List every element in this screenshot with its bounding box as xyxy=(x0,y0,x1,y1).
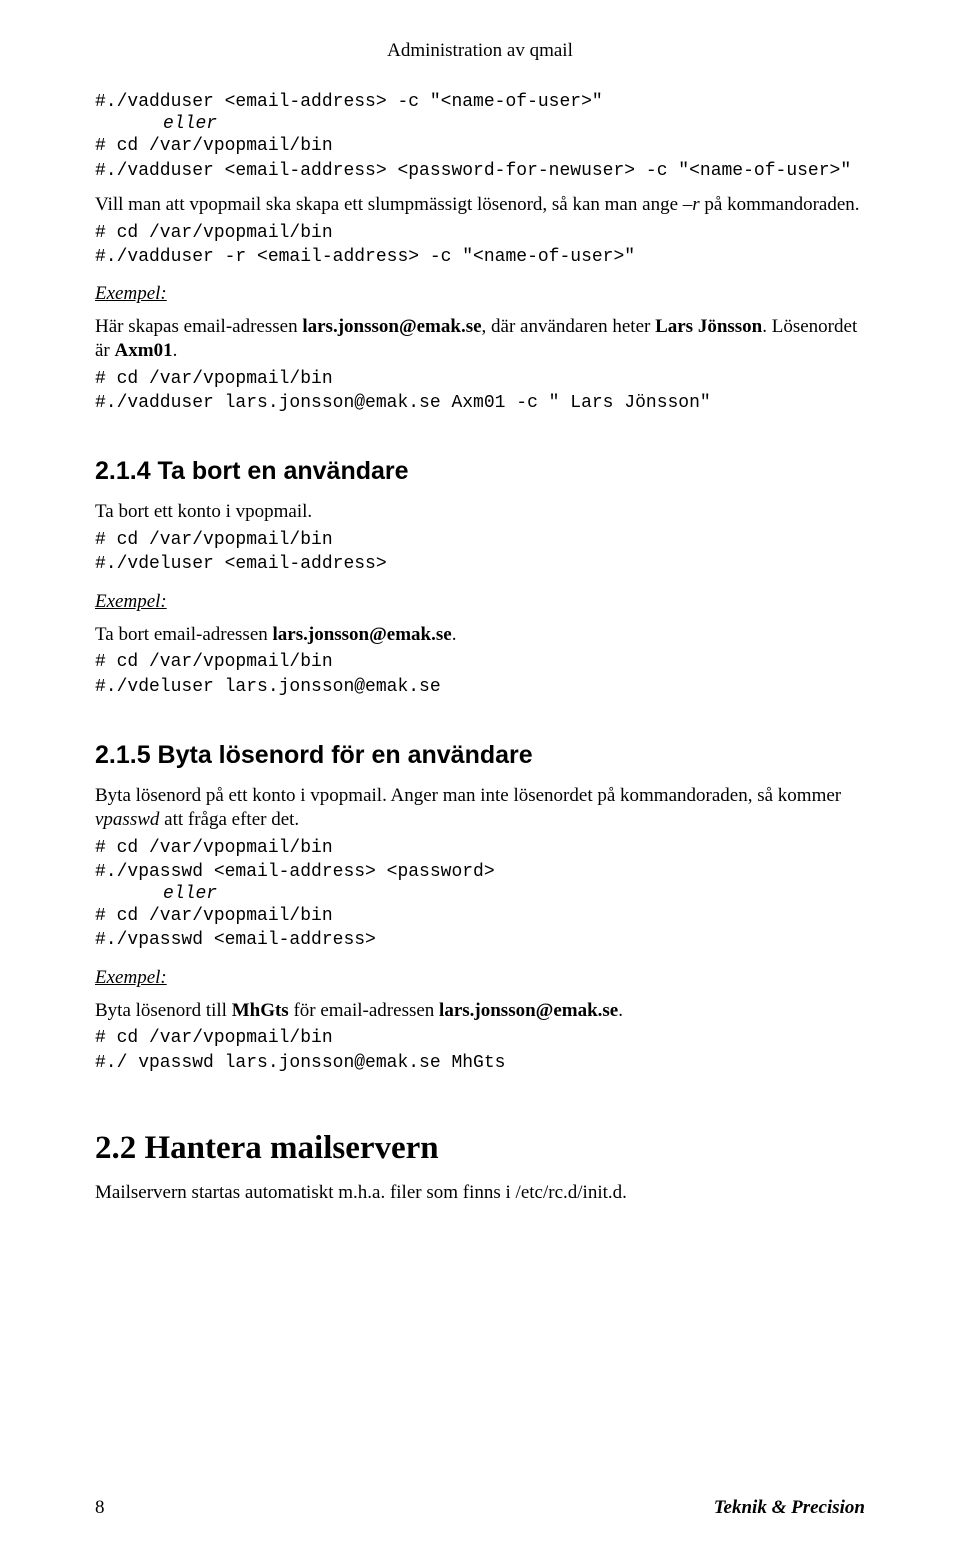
code-line: # cd /var/vpopmail/bin xyxy=(95,221,865,245)
text: . xyxy=(173,340,178,361)
footer-brand: Teknik & Precision xyxy=(714,1497,865,1519)
bold-text: lars.jonsson@emak.se xyxy=(439,1000,618,1021)
code-line: #./vadduser -r <email-address> -c "<name… xyxy=(95,245,865,269)
code-line: #./ vpasswd lars.jonsson@emak.se MhGts xyxy=(95,1051,865,1075)
example-label: Exempel: xyxy=(95,967,865,989)
bold-text: Axm01 xyxy=(115,340,173,361)
paragraph: Mailservern startas automatiskt m.h.a. f… xyxy=(95,1181,865,1205)
example-label: Exempel: xyxy=(95,591,865,613)
text: Vill man att vpopmail ska skapa ett slum… xyxy=(95,194,683,215)
text: , där användaren heter xyxy=(482,316,656,337)
text: för email-adressen xyxy=(289,1000,439,1021)
paragraph: Ta bort ett konto i vpopmail. xyxy=(95,500,865,524)
text: att fråga efter det. xyxy=(159,809,299,830)
paragraph: Ta bort email-adressen lars.jonsson@emak… xyxy=(95,623,865,647)
code-line: # cd /var/vpopmail/bin xyxy=(95,836,865,860)
bold-text: MhGts xyxy=(232,1000,289,1021)
text: på kommandoraden. xyxy=(700,194,860,215)
code-line: #./vadduser <email-address> -c "<name-of… xyxy=(95,90,865,114)
code-line: #./vadduser <email-address> <password-fo… xyxy=(95,159,865,183)
italic-text: vpasswd xyxy=(95,809,159,830)
code-line: # cd /var/vpopmail/bin xyxy=(95,650,865,674)
code-line: #./vpasswd <email-address> <password> xyxy=(95,860,865,884)
text: Här skapas email-adressen xyxy=(95,316,302,337)
text: Ta bort email-adressen xyxy=(95,624,273,645)
bold-text: lars.jonsson@emak.se xyxy=(302,316,481,337)
paragraph: Vill man att vpopmail ska skapa ett slum… xyxy=(95,193,865,217)
code-line: # cd /var/vpopmail/bin xyxy=(95,134,865,158)
paragraph: Här skapas email-adressen lars.jonsson@e… xyxy=(95,315,865,363)
text: . xyxy=(452,624,457,645)
heading-2-1-4: 2.1.4 Ta bort en användare xyxy=(95,457,865,486)
code-line: # cd /var/vpopmail/bin xyxy=(95,904,865,928)
page-header-title: Administration av qmail xyxy=(95,40,865,62)
heading-2-1-5: 2.1.5 Byta lösenord för en användare xyxy=(95,741,865,770)
heading-2-2: 2.2 Hantera mailservern xyxy=(95,1130,865,1167)
code-line: # cd /var/vpopmail/bin xyxy=(95,528,865,552)
page-number: 8 xyxy=(95,1497,105,1519)
paragraph: Byta lösenord på ett konto i vpopmail. A… xyxy=(95,784,865,832)
code-line: # cd /var/vpopmail/bin xyxy=(95,1026,865,1050)
code-line: #./vpasswd <email-address> xyxy=(95,928,865,952)
text: . xyxy=(618,1000,623,1021)
bold-text: Lars Jönsson xyxy=(655,316,762,337)
text: Byta lösenord på ett konto i vpopmail. A… xyxy=(95,785,841,806)
page-footer: 8 Teknik & Precision xyxy=(95,1497,865,1519)
code-line: #./vdeluser lars.jonsson@emak.se xyxy=(95,675,865,699)
paragraph: Byta lösenord till MhGts för email-adres… xyxy=(95,999,865,1023)
code-line: # cd /var/vpopmail/bin xyxy=(95,367,865,391)
code-eller: eller xyxy=(95,114,865,134)
code-line: #./vdeluser <email-address> xyxy=(95,552,865,576)
code-eller: eller xyxy=(95,884,865,904)
italic-text: –r xyxy=(683,194,700,215)
code-line: #./vadduser lars.jonsson@emak.se Axm01 -… xyxy=(95,391,865,415)
example-label: Exempel: xyxy=(95,283,865,305)
text: Byta lösenord till xyxy=(95,1000,232,1021)
bold-text: lars.jonsson@emak.se xyxy=(273,624,452,645)
